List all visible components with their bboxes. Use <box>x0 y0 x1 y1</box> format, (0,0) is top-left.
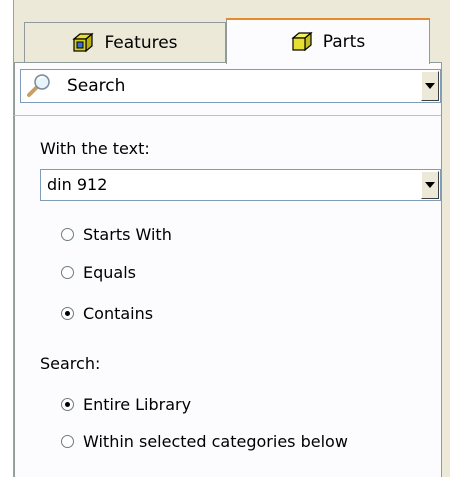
scope-label: Search: <box>40 354 101 373</box>
search-mode-dropdown[interactable]: Search <box>20 69 441 103</box>
search-mode-dropdown-button[interactable] <box>421 71 439 101</box>
radio-entire-library-label: Entire Library <box>83 395 192 414</box>
radio-button[interactable] <box>61 435 74 448</box>
with-text-label: With the text: <box>40 139 150 158</box>
radio-contains[interactable]: Contains <box>61 304 153 323</box>
radio-selected-dot <box>65 311 70 316</box>
search-text-dropdown-button[interactable] <box>421 171 439 199</box>
magnifier-icon <box>25 73 53 99</box>
parts-box-icon <box>291 31 313 53</box>
radio-selected-dot <box>65 402 70 407</box>
search-mode-value: Search <box>67 76 126 96</box>
radio-equals-label: Equals <box>83 263 136 282</box>
left-margin <box>0 0 14 477</box>
chevron-down-icon <box>425 83 435 89</box>
radio-button[interactable] <box>61 266 74 279</box>
radio-button[interactable] <box>61 398 74 411</box>
section-divider <box>14 115 441 116</box>
radio-equals[interactable]: Equals <box>61 263 136 282</box>
radio-button[interactable] <box>61 307 74 320</box>
radio-within-selected-label: Within selected categories below <box>83 432 348 451</box>
tab-features-label: Features <box>104 32 178 53</box>
search-text-value: din 912 <box>47 175 108 194</box>
search-text-combobox[interactable]: din 912 <box>40 169 441 201</box>
radio-within-selected[interactable]: Within selected categories below <box>61 432 348 451</box>
chevron-down-icon <box>425 182 435 188</box>
radio-button[interactable] <box>61 228 74 241</box>
tab-parts[interactable]: Parts <box>226 18 430 64</box>
radio-entire-library[interactable]: Entire Library <box>61 395 191 414</box>
radio-starts-with-label: Starts With <box>83 225 172 244</box>
panel-right-edge <box>441 62 442 477</box>
radio-contains-label: Contains <box>83 304 154 323</box>
tab-parts-label: Parts <box>322 32 366 52</box>
right-margin <box>442 0 450 477</box>
tab-features[interactable]: Features <box>24 22 226 62</box>
radio-starts-with[interactable]: Starts With <box>61 225 172 244</box>
features-box-icon <box>72 32 95 54</box>
